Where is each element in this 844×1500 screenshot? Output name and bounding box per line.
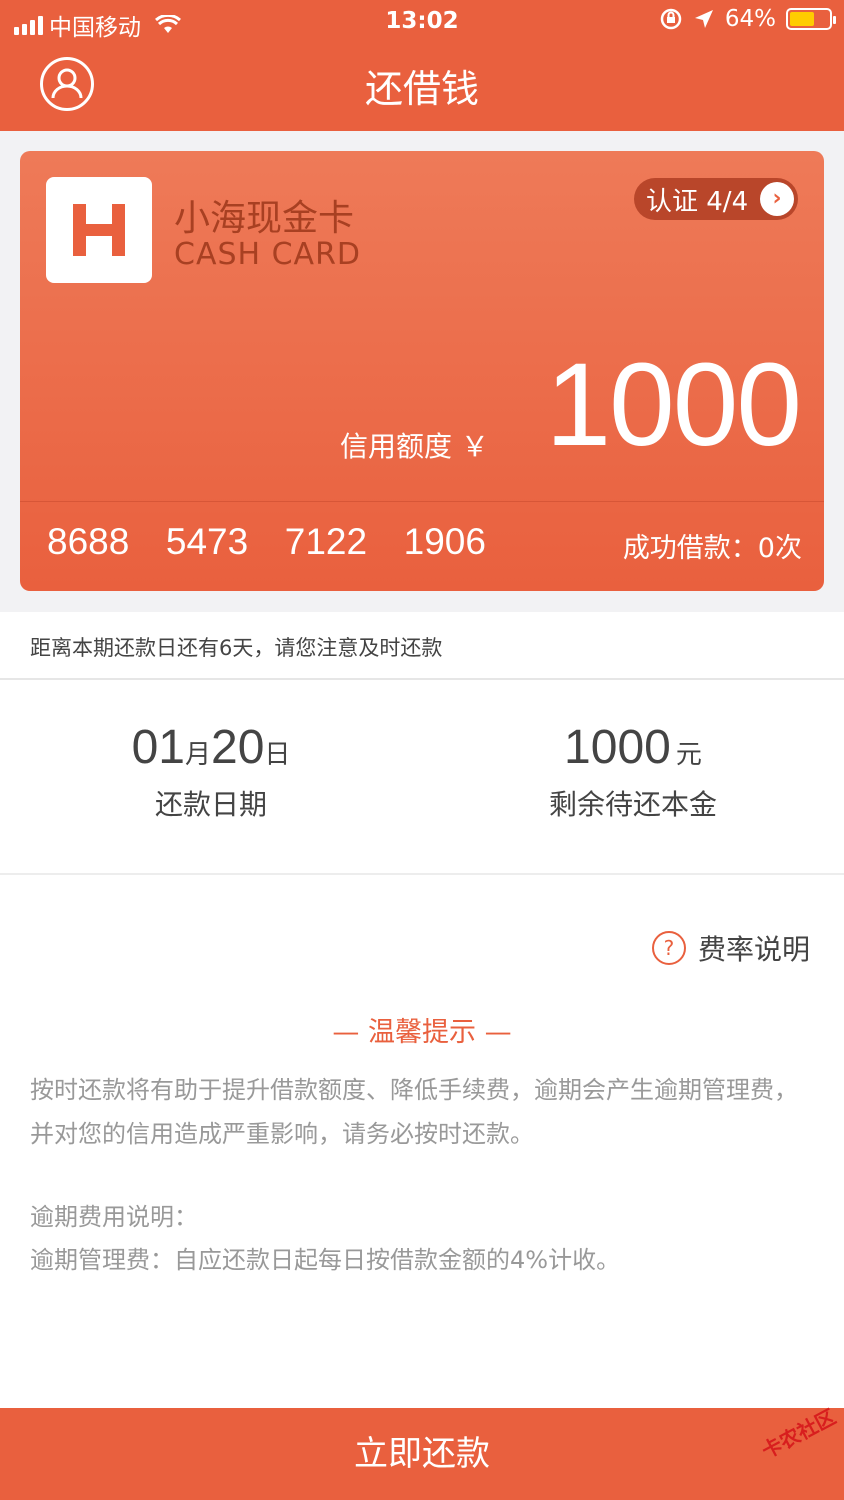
status-bar: 中国移动 13:02 64% (0, 0, 844, 44)
due-month-unit: 月 (184, 740, 211, 770)
location-arrow-icon (694, 10, 713, 28)
principal-value: 1000 (564, 721, 671, 774)
card-section: 小海现金卡 CASH CARD 认证 4/4 › 信用额度 ￥ 1000 868… (0, 131, 844, 612)
due-date-value: 01月20日 (0, 720, 422, 775)
repay-now-button[interactable]: 立即还款 (0, 1408, 844, 1500)
cash-card: 小海现金卡 CASH CARD 认证 4/4 › 信用额度 ￥ 1000 868… (20, 151, 824, 591)
rotation-lock-icon (660, 8, 682, 30)
status-right: 64% (659, 6, 836, 32)
tips-title: — 温馨提示 — (332, 1017, 512, 1048)
h-logo-icon (73, 204, 125, 256)
card-name: 小海现金卡 (174, 198, 355, 239)
overdue-fee-title: 逾期费用说明： (30, 1203, 198, 1231)
card-logo (46, 177, 152, 283)
page-title: 还借钱 (364, 67, 479, 111)
overdue-fee-detail: 逾期管理费：自应还款日起每日按借款金额的4%计收。 (30, 1246, 621, 1274)
due-date-stat: 01月20日 还款日期 (0, 720, 422, 823)
principal-stat: 1000 元 剩余待还本金 (422, 720, 844, 823)
repayment-stats: 01月20日 还款日期 1000 元 剩余待还本金 (0, 682, 844, 875)
fee-rate-link[interactable]: ? 费率说明 (651, 928, 810, 968)
principal-unit: 元 (675, 740, 702, 770)
card-divider (20, 501, 824, 502)
battery-icon (786, 8, 836, 30)
verify-label: 认证 4/4 (646, 186, 749, 217)
app-header: 中国移动 13:02 64% 还借钱 (0, 0, 844, 131)
fee-link-label: 费率说明 (697, 933, 810, 966)
battery-level (790, 12, 815, 26)
principal-label: 剩余待还本金 (548, 788, 717, 821)
verify-badge[interactable]: 认证 4/4 › (634, 178, 798, 220)
due-day: 20 (211, 721, 265, 774)
tips-body: 按时还款将有助于提升借款额度、降低手续费，逾期会产生逾期管理费，并对您的信用造成… (30, 1076, 798, 1148)
due-date-label: 还款日期 (154, 788, 267, 821)
due-month: 01 (131, 721, 185, 774)
card-subtitle: CASH CARD (174, 237, 362, 272)
battery-percent: 64% (724, 6, 776, 32)
card-number: 8688 5473 7122 1906 (47, 521, 486, 562)
loan-count: 成功借款：0次 (622, 533, 802, 564)
due-day-unit: 日 (264, 740, 291, 770)
credit-amount: 1000 (545, 339, 802, 471)
notice-text: 距离本期还款日还有6天，请您注意及时还款 (30, 636, 443, 660)
repayment-notice: 距离本期还款日还有6天，请您注意及时还款 (0, 612, 844, 680)
principal-value-row: 1000 元 (422, 720, 844, 775)
overdue-fee-section: 逾期费用说明： 逾期管理费：自应还款日起每日按借款金额的4%计收。 (30, 1196, 814, 1282)
question-icon: ? (651, 931, 686, 965)
chevron-right-icon: › (760, 182, 794, 216)
credit-label: 信用额度 ￥ (340, 430, 489, 463)
